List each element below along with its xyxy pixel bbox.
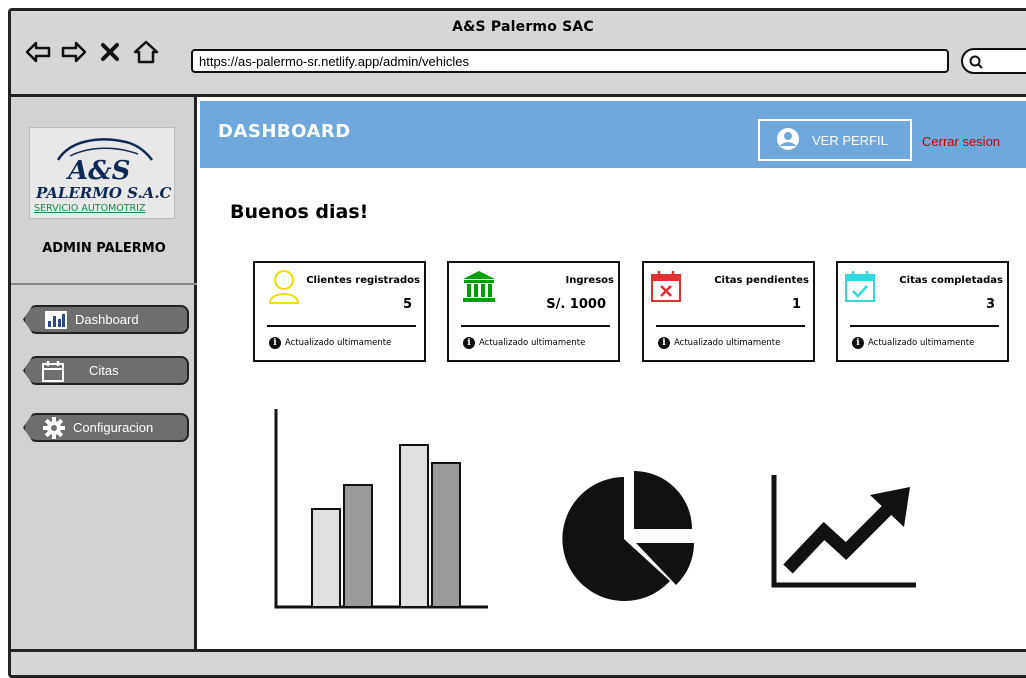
user-circle-icon (776, 127, 800, 154)
close-icon[interactable] (97, 39, 123, 65)
browser-window: A&S Palermo SAC https://as-palermo-sr.ne… (8, 8, 1026, 678)
card-label: Citas pendientes (714, 275, 809, 286)
trend-chart-placeholder (771, 475, 916, 588)
admin-name: ADMIN PALERMO (42, 241, 166, 256)
greeting: Buenos dias! (230, 201, 369, 223)
sidebar-item-label: Configuracion (73, 420, 154, 435)
pie-chart-placeholder (562, 471, 694, 601)
card-footer: i Actualizado ultimamente (269, 337, 391, 349)
logo-name: PALERMO S.A.C (36, 184, 172, 202)
calendar-check-icon (844, 269, 876, 307)
card-divider (850, 325, 999, 327)
home-icon[interactable] (133, 39, 159, 65)
card-divider (656, 325, 805, 327)
search-icon (969, 54, 983, 73)
calendar-icon (41, 360, 65, 382)
header-bar: DASHBOARD VER PERFIL Cerrar sesion (200, 101, 1026, 168)
stat-card-clientes: Clientes registrados 5 i Actualizado ult… (253, 261, 426, 362)
card-divider (267, 325, 416, 327)
logout-link[interactable]: Cerrar sesion (922, 134, 1000, 149)
sidebar-item-citas[interactable]: Citas (23, 356, 189, 385)
view-profile-button[interactable]: VER PERFIL (758, 119, 912, 161)
calendar-x-icon (650, 269, 682, 307)
card-footer: i Actualizado ultimamente (463, 337, 585, 349)
user-icon (267, 269, 301, 309)
info-icon: i (269, 337, 281, 349)
bar-chart-icon (45, 310, 67, 329)
back-icon[interactable] (25, 39, 51, 65)
sidebar-item-label: Citas (89, 363, 119, 378)
info-icon: i (463, 337, 475, 349)
stat-card-citas-pendientes: Citas pendientes 1 i Actualizado ultimam… (642, 261, 815, 362)
card-value: 5 (402, 297, 412, 312)
card-value: 1 (791, 297, 801, 312)
sidebar-item-label: Dashboard (75, 312, 139, 327)
forward-icon[interactable] (61, 39, 87, 65)
window-title: A&S Palermo SAC (452, 19, 594, 35)
sidebar: A&S PALERMO S.A.C SERVICIO AUTOMOTRIZ AD… (11, 97, 197, 675)
card-label: Clientes registrados (306, 275, 420, 286)
main-content: DASHBOARD VER PERFIL Cerrar sesion Bueno… (200, 97, 1026, 675)
url-bar[interactable]: https://as-palermo-sr.netlify.app/admin/… (191, 49, 949, 73)
stat-card-ingresos: Ingresos S/. 1000 i Actualizado ultimame… (447, 261, 620, 362)
view-profile-label: VER PERFIL (812, 132, 888, 148)
card-label: Citas completadas (899, 275, 1003, 286)
nav-buttons (25, 39, 159, 65)
card-value: 3 (985, 297, 995, 312)
sidebar-divider (11, 283, 197, 285)
card-label: Ingresos (565, 275, 615, 286)
bank-icon (461, 269, 497, 307)
sidebar-item-configuracion[interactable]: Configuracion (23, 413, 189, 442)
card-footer: i Actualizado ultimamente (852, 337, 974, 349)
gear-icon (43, 416, 65, 439)
card-footer-text: Actualizado ultimamente (868, 338, 975, 348)
page-title: DASHBOARD (218, 121, 351, 142)
card-footer: i Actualizado ultimamente (658, 337, 780, 349)
card-value: S/. 1000 (546, 297, 606, 312)
bar-chart-placeholder (274, 409, 488, 609)
search-box[interactable] (961, 48, 1026, 74)
card-footer-text: Actualizado ultimamente (479, 338, 586, 348)
sidebar-item-dashboard[interactable]: Dashboard (23, 305, 189, 334)
info-icon: i (852, 337, 864, 349)
logo-tagline: SERVICIO AUTOMOTRIZ (34, 203, 146, 214)
info-icon: i (658, 337, 670, 349)
card-divider (461, 325, 610, 327)
stat-card-citas-completadas: Citas completadas 3 i Actualizado ultima… (836, 261, 1009, 362)
logo-brand: A&S (68, 156, 131, 186)
logo: A&S PALERMO S.A.C SERVICIO AUTOMOTRIZ (29, 127, 175, 219)
status-bar (11, 649, 1026, 675)
browser-chrome: A&S Palermo SAC https://as-palermo-sr.ne… (11, 11, 1026, 97)
card-footer-text: Actualizado ultimamente (285, 338, 392, 348)
card-footer-text: Actualizado ultimamente (674, 338, 781, 348)
